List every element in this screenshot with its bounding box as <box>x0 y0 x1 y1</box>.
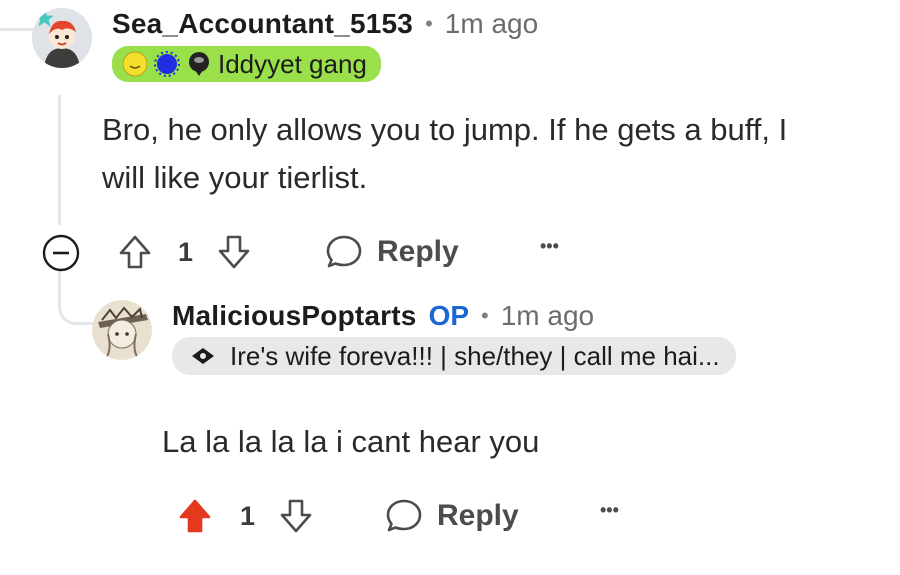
upvote-icon <box>179 499 211 533</box>
comment-bubble-icon <box>386 499 422 532</box>
upvote-button[interactable] <box>178 498 212 534</box>
reply-label: Reply <box>377 235 459 268</box>
username[interactable]: Sea_Accountant_5153 <box>112 8 413 40</box>
comment-body: La la la la la i cant hear you <box>162 424 540 459</box>
flair-text: Ire's wife foreva!!! | she/they | call m… <box>230 340 720 371</box>
reply-label: Reply <box>437 499 519 532</box>
downvote-button[interactable] <box>279 498 313 534</box>
avatar[interactable] <box>32 8 92 68</box>
more-icon: ••• <box>540 236 559 256</box>
timestamp[interactable]: 1m ago <box>445 8 538 40</box>
timestamp[interactable]: 1m ago <box>501 300 594 332</box>
vote-count: 1 <box>178 236 194 267</box>
comment-bubble-icon <box>326 235 362 268</box>
vote-count: 1 <box>240 500 256 531</box>
downvote-icon <box>218 235 250 269</box>
more-icon: ••• <box>600 500 619 520</box>
user-flair: Ire's wife foreva!!! | she/they | call m… <box>172 337 736 375</box>
thread-branch-line <box>58 270 99 325</box>
user-flair: Iddyyet gang <box>112 46 381 82</box>
reply-button[interactable]: Reply <box>385 496 519 536</box>
more-options-button[interactable]: ••• <box>600 500 619 521</box>
alien-emoji <box>186 51 212 77</box>
collapse-button[interactable] <box>41 233 81 273</box>
separator-dot: • <box>425 11 433 36</box>
username[interactable]: MaliciousPoptarts <box>172 300 417 332</box>
collapse-icon <box>42 234 80 272</box>
reply-button[interactable]: Reply <box>325 232 459 272</box>
downvote-button[interactable] <box>217 234 251 270</box>
upvote-icon <box>119 235 151 269</box>
op-badge: OP <box>428 300 470 331</box>
upvote-button[interactable] <box>118 234 152 270</box>
sun-emoji <box>122 51 148 77</box>
blue-splat-emoji <box>154 51 180 77</box>
avatar[interactable] <box>92 300 152 360</box>
downvote-icon <box>280 499 312 533</box>
flair-text: Iddyyet gang <box>218 48 367 79</box>
comment-body: Bro, he only allows you to jump. If he g… <box>102 112 788 195</box>
separator-dot: • <box>481 303 489 328</box>
thread-line <box>58 95 61 225</box>
more-options-button[interactable]: ••• <box>540 236 559 257</box>
eye-emoji <box>190 346 216 366</box>
